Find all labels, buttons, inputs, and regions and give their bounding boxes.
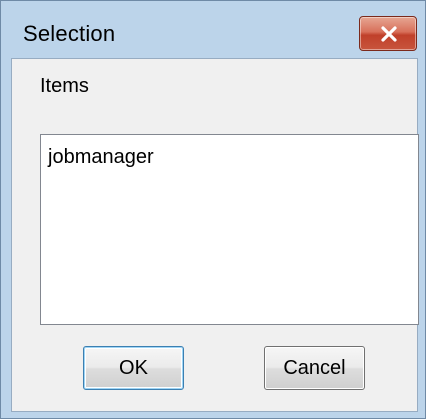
dialog-body: Items jobmanager OK Cancel [11, 58, 419, 412]
close-button[interactable] [359, 16, 417, 51]
ok-button[interactable]: OK [83, 346, 184, 390]
cancel-button[interactable]: Cancel [264, 346, 365, 390]
items-listbox[interactable]: jobmanager [40, 134, 419, 325]
items-label: Items [40, 75, 89, 97]
close-x-icon [381, 26, 397, 42]
list-item[interactable]: jobmanager [48, 146, 154, 169]
title-bar[interactable]: Selection [1, 1, 425, 61]
window-title: Selection [23, 21, 116, 46]
selection-dialog: Selection Items jobmanager OK Cancel [0, 0, 426, 419]
